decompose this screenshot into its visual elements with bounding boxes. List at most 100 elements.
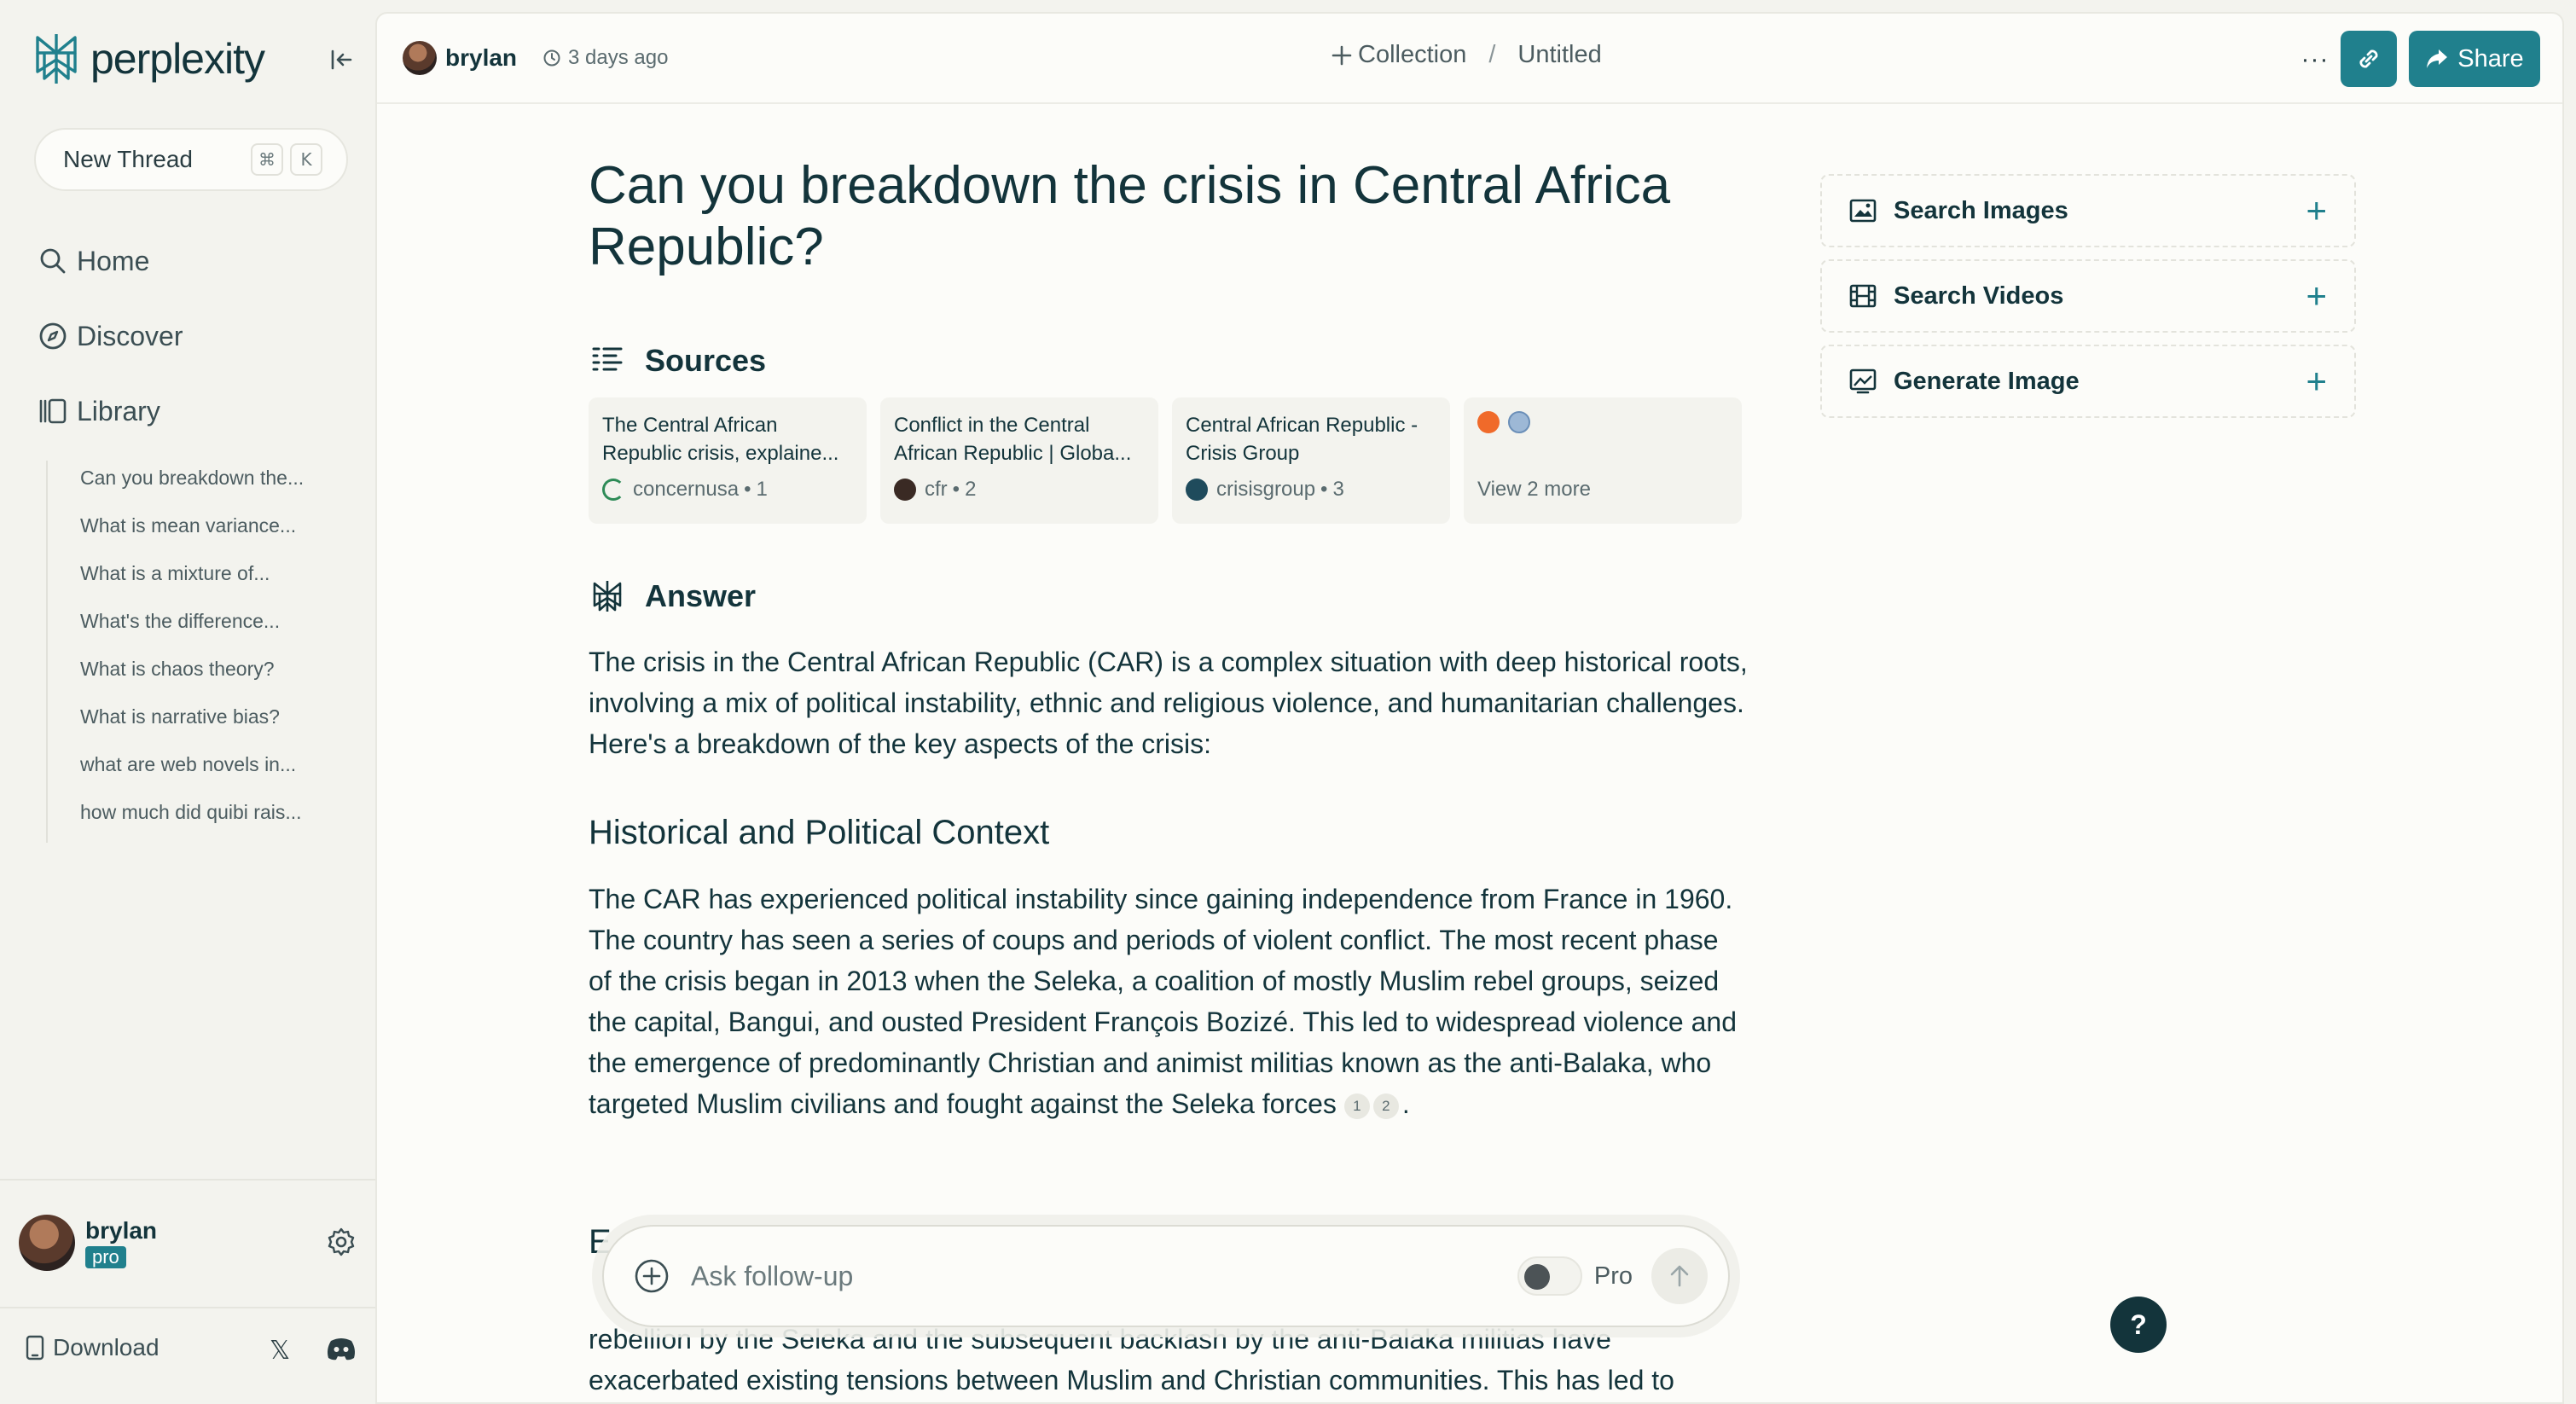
section-title: Historical and Political Context bbox=[589, 814, 1050, 851]
sidebar-item-label: Library bbox=[77, 395, 160, 426]
arrow-up-icon bbox=[1670, 1265, 1689, 1287]
source-card[interactable]: Central African Republic - Crisis Group … bbox=[1172, 397, 1450, 524]
source-site: crisisgroup bbox=[1216, 478, 1316, 501]
source-site: cfr bbox=[925, 478, 948, 501]
brand-name: perplexity bbox=[90, 35, 265, 83]
perplexity-answer-icon bbox=[593, 581, 622, 612]
share-arrow-icon bbox=[2427, 49, 2448, 68]
source-meta: concernusa • 1 bbox=[602, 478, 853, 502]
avatar bbox=[19, 1215, 75, 1271]
download-button[interactable]: Download bbox=[26, 1334, 160, 1361]
collapse-sidebar-button[interactable] bbox=[324, 43, 358, 77]
search-videos-button[interactable]: Search Videos + bbox=[1820, 259, 2356, 333]
add-collection-button[interactable]: Collection bbox=[1331, 41, 1466, 69]
search-images-button[interactable]: Search Images + bbox=[1820, 174, 2356, 247]
attach-plus-icon[interactable] bbox=[633, 1257, 670, 1295]
new-thread-button[interactable]: New Thread ⌘ K bbox=[34, 128, 348, 191]
perplexity-logo-icon bbox=[36, 34, 77, 84]
thread-timestamp: 3 days ago bbox=[542, 46, 668, 70]
view-more-sources[interactable]: View 2 more bbox=[1464, 397, 1742, 524]
discord-icon[interactable] bbox=[326, 1336, 357, 1361]
sidebar-item-home[interactable]: Home bbox=[38, 239, 149, 283]
follow-up-input[interactable] bbox=[691, 1260, 1517, 1292]
search-icon bbox=[40, 248, 66, 274]
sidebar-item-library[interactable]: Library bbox=[38, 389, 160, 433]
history-item[interactable]: What is narrative bias? bbox=[80, 699, 304, 747]
main-panel: brylan 3 days ago Collection / Untitled … bbox=[375, 12, 2564, 1404]
film-icon bbox=[1849, 284, 1877, 308]
copy-link-button[interactable] bbox=[2341, 31, 2397, 87]
perplexity-logo[interactable]: perplexity bbox=[32, 31, 265, 87]
answer-heading: Answer bbox=[590, 578, 756, 614]
shortcut-key-cmd: ⌘ bbox=[251, 143, 283, 176]
phone-icon bbox=[26, 1335, 44, 1360]
history-item[interactable]: Can you breakdown the... bbox=[80, 461, 304, 508]
sources-icon bbox=[592, 347, 623, 371]
section-body-end: . bbox=[1401, 1088, 1410, 1119]
library-icon bbox=[39, 398, 67, 424]
pro-label: Pro bbox=[1593, 1262, 1633, 1290]
view-more-label: View 2 more bbox=[1477, 478, 1591, 501]
history-item[interactable]: What is chaos theory? bbox=[80, 652, 304, 699]
site-favicon-icon bbox=[602, 479, 624, 501]
more-source-favicons bbox=[1477, 411, 1728, 433]
source-meta: cfr • 2 bbox=[894, 478, 1145, 502]
thread-author[interactable]: brylan bbox=[403, 41, 517, 75]
image-icon bbox=[1849, 199, 1877, 223]
gear-icon bbox=[328, 1227, 355, 1256]
thread-question: Can you breakdown the crisis in Central … bbox=[589, 156, 1671, 276]
thread-header: brylan 3 days ago Collection / Untitled … bbox=[377, 14, 2562, 104]
sidebar-divider bbox=[0, 1307, 375, 1308]
submit-button[interactable] bbox=[1651, 1248, 1708, 1304]
follow-up-bar: Pro bbox=[602, 1225, 1730, 1327]
more-options-button[interactable]: ··· bbox=[2291, 36, 2339, 84]
settings-button[interactable] bbox=[324, 1225, 358, 1259]
user-name: brylan bbox=[85, 1217, 158, 1244]
sidebar-item-discover[interactable]: Discover bbox=[38, 314, 183, 358]
thread-history-list: Can you breakdown the... What is mean va… bbox=[46, 461, 304, 843]
citation-badge[interactable]: 2 bbox=[1372, 1093, 1399, 1119]
sidebar-item-label: Home bbox=[77, 245, 150, 276]
action-label: Generate Image bbox=[1894, 367, 2080, 395]
source-title: Conflict in the Central African Republic… bbox=[894, 414, 1132, 465]
history-item[interactable]: What is mean variance... bbox=[80, 508, 304, 556]
generate-image-button[interactable]: Generate Image + bbox=[1820, 345, 2356, 418]
history-item[interactable]: What's the difference... bbox=[80, 604, 304, 652]
sources-heading-text: Sources bbox=[645, 343, 767, 378]
pro-toggle[interactable] bbox=[1517, 1256, 1582, 1296]
compass-icon bbox=[39, 322, 67, 350]
action-label: Search Videos bbox=[1894, 281, 2064, 310]
source-title: The Central African Republic crisis, exp… bbox=[602, 414, 839, 465]
plus-icon: + bbox=[2306, 190, 2327, 230]
sidebar: perplexity New Thread ⌘ K Home Discover … bbox=[0, 0, 375, 1404]
download-label: Download bbox=[53, 1334, 160, 1360]
history-item[interactable]: how much did quibi rais... bbox=[80, 795, 304, 843]
source-card[interactable]: The Central African Republic crisis, exp… bbox=[589, 397, 867, 524]
help-button[interactable]: ? bbox=[2110, 1297, 2167, 1353]
source-site: concernusa bbox=[633, 478, 740, 501]
section-body-text: The CAR has experienced political instab… bbox=[589, 884, 1737, 1119]
source-card[interactable]: Conflict in the Central African Republic… bbox=[880, 397, 1158, 524]
sources-heading: Sources bbox=[590, 343, 766, 379]
plus-icon: + bbox=[2306, 361, 2327, 401]
thread-title[interactable]: Untitled bbox=[1517, 41, 1601, 69]
history-item[interactable]: what are web novels in... bbox=[80, 747, 304, 795]
x-twitter-icon[interactable]: 𝕏 bbox=[270, 1336, 290, 1366]
share-button[interactable]: Share bbox=[2409, 31, 2540, 87]
user-profile[interactable]: brylan pro bbox=[19, 1215, 157, 1271]
breadcrumb: Collection / Untitled bbox=[1331, 41, 1602, 69]
source-index: 3 bbox=[1332, 478, 1344, 501]
history-item[interactable]: What is a mixture of... bbox=[80, 556, 304, 604]
link-icon bbox=[2359, 49, 2378, 68]
new-thread-label: New Thread bbox=[63, 146, 194, 172]
source-separator: • bbox=[744, 478, 751, 501]
generate-image-icon bbox=[1849, 368, 1877, 394]
source-index: 1 bbox=[756, 478, 768, 501]
plus-icon: + bbox=[2306, 276, 2327, 316]
site-favicon-icon bbox=[1477, 411, 1500, 433]
collection-label: Collection bbox=[1358, 41, 1467, 68]
breadcrumb-separator: / bbox=[1488, 41, 1496, 68]
globe-icon bbox=[1508, 411, 1530, 433]
toggle-knob bbox=[1523, 1264, 1550, 1290]
citation-badge[interactable]: 1 bbox=[1343, 1093, 1370, 1119]
